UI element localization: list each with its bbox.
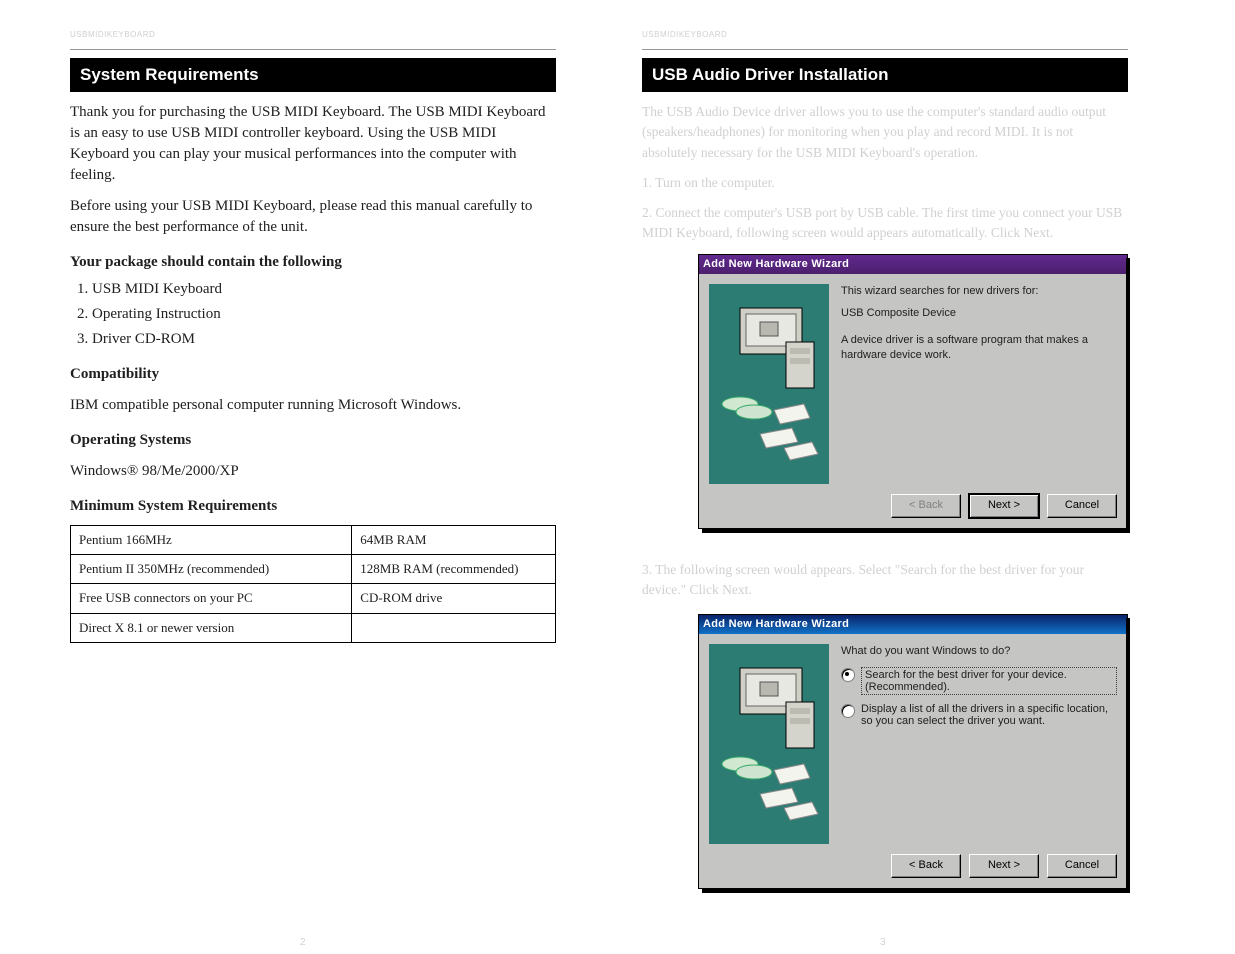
radio-option-2[interactable]: Display a list of all the drivers in a s…	[841, 703, 1117, 727]
page-number: 3	[880, 937, 887, 948]
wizard-illustration-icon	[709, 644, 829, 844]
wizard-illustration-icon	[709, 284, 829, 484]
cancel-button[interactable]: Cancel	[1047, 854, 1117, 878]
back-button: < Back	[891, 494, 961, 518]
cancel-button[interactable]: Cancel	[1047, 494, 1117, 518]
wizard-device-name: USB Composite Device	[841, 306, 1117, 321]
radio-icon[interactable]	[841, 704, 855, 718]
list-item: USB MIDI Keyboard	[92, 279, 556, 300]
table-cell: 64MB RAM	[352, 526, 556, 555]
wizard-dialog-1: Add New Hardware Wizard	[698, 254, 1126, 529]
paragraph: Windows® 98/Me/2000/XP	[70, 461, 556, 482]
radio-label: Search for the best driver for your devi…	[861, 667, 1117, 695]
next-button[interactable]: Next >	[969, 494, 1039, 518]
wizard-dialog-2: Add New Hardware Wizard	[698, 614, 1126, 889]
table-cell: Direct X 8.1 or newer version	[71, 613, 352, 642]
list-item: Operating Instruction	[92, 304, 556, 325]
doc-header-left: USBMIDIKEYBOARD	[70, 30, 556, 39]
doc-header-right: USBMIDIKEYBOARD	[642, 30, 1128, 39]
wizard-text: A device driver is a software program th…	[841, 333, 1117, 363]
paragraph: The USB Audio Device driver allows you t…	[642, 102, 1128, 163]
requirements-table: Pentium 166MHz64MB RAM Pentium II 350MHz…	[70, 525, 556, 643]
package-list: USB MIDI Keyboard Operating Instruction …	[92, 279, 556, 350]
step-text: 1. Turn on the computer.	[642, 173, 1128, 193]
table-cell: Pentium II 350MHz (recommended)	[71, 555, 352, 584]
table-cell: Free USB connectors on your PC	[71, 584, 352, 613]
rule	[642, 49, 1128, 50]
radio-icon[interactable]	[841, 668, 855, 682]
subheading: Your package should contain the followin…	[70, 252, 556, 273]
page-number: 2	[300, 937, 307, 948]
step-text: 2. Connect the computer's USB port by US…	[642, 203, 1128, 244]
wizard-text: What do you want Windows to do?	[841, 644, 1117, 659]
radio-label: Display a list of all the drivers in a s…	[861, 703, 1117, 727]
section-title-right: USB Audio Driver Installation	[642, 58, 1128, 92]
wizard-text: This wizard searches for new drivers for…	[841, 284, 1117, 299]
wizard-titlebar[interactable]: Add New Hardware Wizard	[699, 255, 1127, 274]
next-button[interactable]: Next >	[969, 854, 1039, 878]
subheading: Minimum System Requirements	[70, 496, 556, 517]
subheading: Compatibility	[70, 364, 556, 385]
subheading: Operating Systems	[70, 430, 556, 451]
paragraph: Thank you for purchasing the USB MIDI Ke…	[70, 102, 556, 186]
radio-option-1[interactable]: Search for the best driver for your devi…	[841, 667, 1117, 695]
table-cell	[352, 613, 556, 642]
back-button[interactable]: < Back	[891, 854, 961, 878]
table-cell: 128MB RAM (recommended)	[352, 555, 556, 584]
table-cell: Pentium 166MHz	[71, 526, 352, 555]
wizard-titlebar[interactable]: Add New Hardware Wizard	[699, 615, 1127, 634]
step-text: 3. The following screen would appears. S…	[642, 560, 1128, 601]
section-title-left: System Requirements	[70, 58, 556, 92]
rule	[70, 49, 556, 50]
paragraph: IBM compatible personal computer running…	[70, 395, 556, 416]
paragraph: Before using your USB MIDI Keyboard, ple…	[70, 196, 556, 238]
table-cell: CD-ROM drive	[352, 584, 556, 613]
list-item: Driver CD-ROM	[92, 329, 556, 350]
